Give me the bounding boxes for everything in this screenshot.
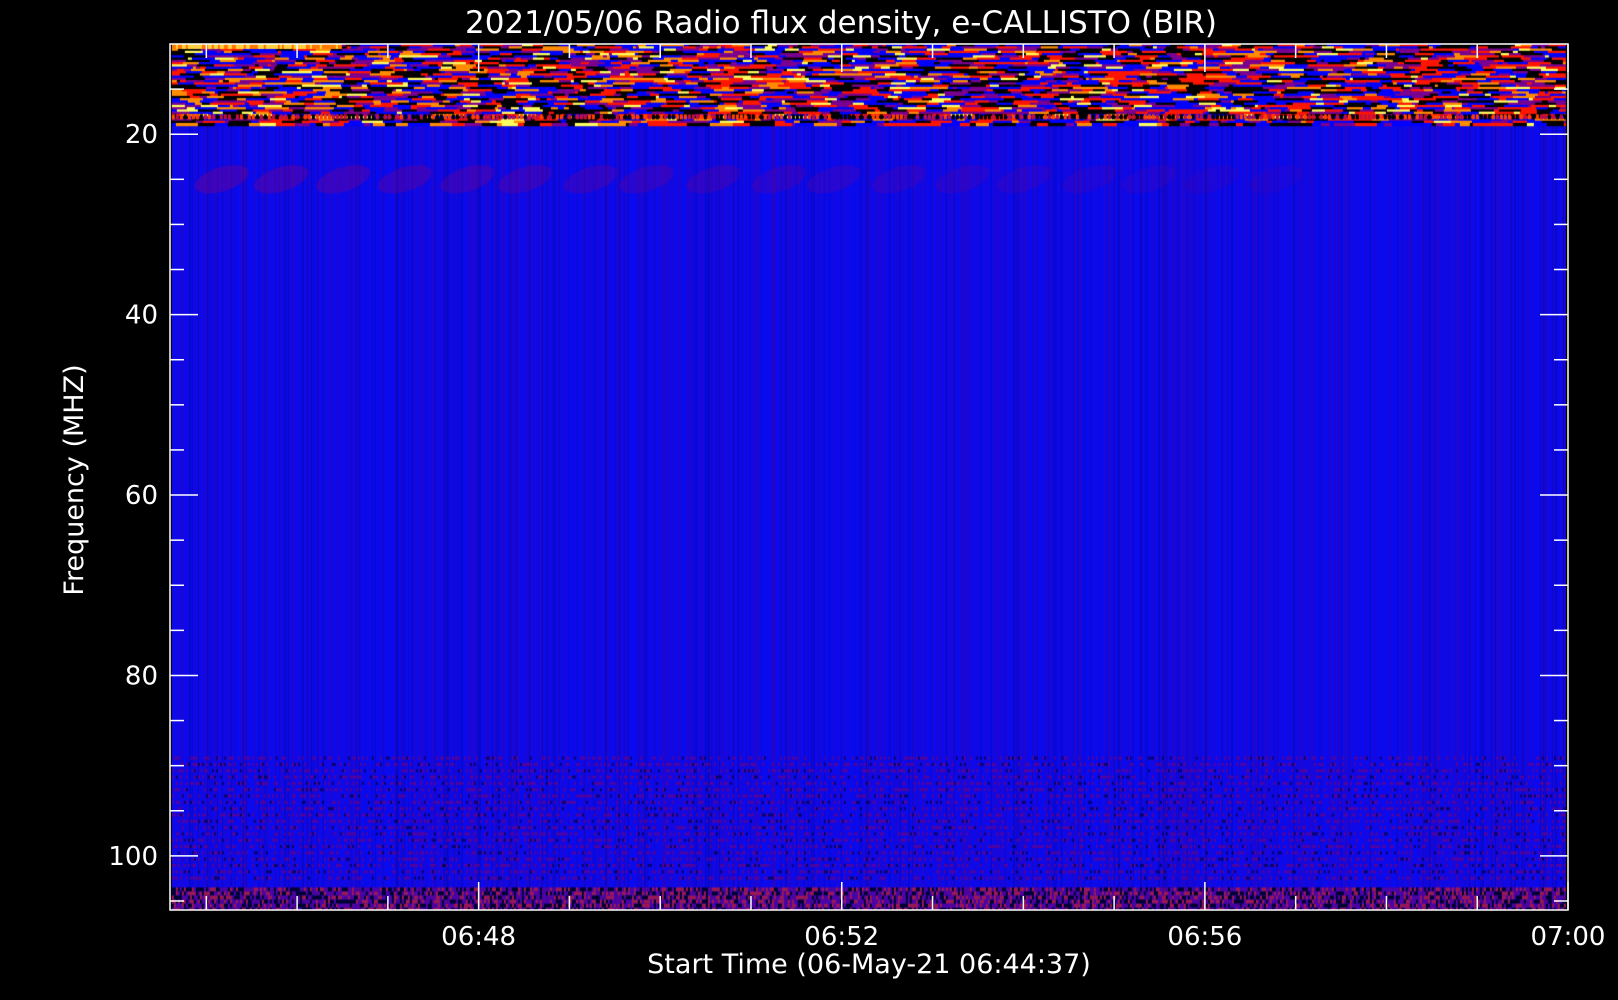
y-axis-label: Frequency (MHZ) [59, 364, 90, 595]
y-tick-label: 80 [125, 661, 158, 691]
x-tick-label: 06:52 [804, 922, 879, 952]
x-axis-label: Start Time (06-May-21 06:44:37) [647, 949, 1091, 980]
spectrogram-chart: 2021/05/06 Radio flux density, e-CALLIST… [0, 0, 1618, 1000]
y-tick-label: 100 [108, 842, 158, 872]
x-tick-label: 07:00 [1531, 922, 1606, 952]
y-tick-label: 40 [125, 301, 158, 331]
y-tick-label: 20 [125, 120, 158, 150]
spectrogram-heatmap [171, 44, 1566, 910]
x-tick-label: 06:48 [441, 922, 516, 952]
spectrogram-image [171, 44, 1566, 910]
y-tick-label: 60 [125, 481, 158, 511]
x-tick-label: 06:56 [1167, 922, 1242, 952]
chart-title: 2021/05/06 Radio flux density, e-CALLIST… [465, 5, 1217, 41]
